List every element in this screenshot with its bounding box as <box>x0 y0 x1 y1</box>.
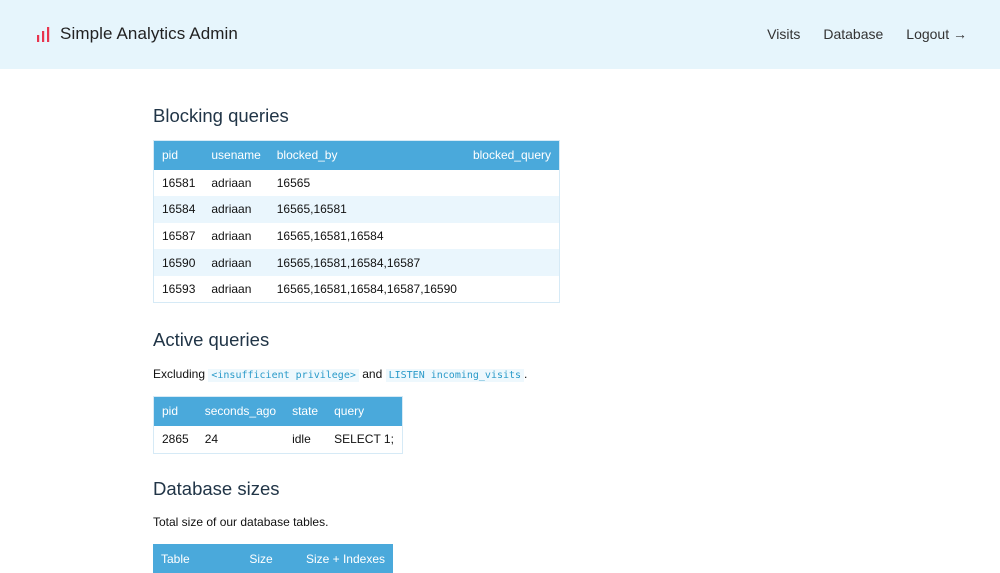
table-row: 16587 adriaan 16565,16581,16584 <box>154 223 560 250</box>
top-navbar: Simple Analytics Admin Visits Database L… <box>0 0 1000 69</box>
table-cell: 16565,16581 <box>268 196 465 223</box>
nav-logout-link[interactable]: Logout → <box>906 26 967 42</box>
nav-visits-link[interactable]: Visits <box>767 26 800 42</box>
main-nav: Visits Database Logout → <box>744 26 967 42</box>
table-header-row: pid usename blocked_by blocked_query <box>153 140 560 170</box>
column-header: seconds_ago <box>196 396 285 426</box>
active-queries-intro: Excluding <insufficient privilege> and L… <box>153 367 528 382</box>
code-snippet: <insufficient privilege> <box>208 369 359 382</box>
app-title: Simple Analytics Admin <box>60 24 238 43</box>
database-sizes-heading: Database sizes <box>153 478 280 499</box>
column-header: usename <box>203 140 269 170</box>
table-cell <box>465 276 560 303</box>
table-cell <box>465 223 560 250</box>
brand[interactable]: Simple Analytics Admin <box>36 24 238 44</box>
table-cell: 24 <box>204 432 219 447</box>
table-row: 16584 adriaan 16565,16581 <box>153 196 560 223</box>
intro-text: and <box>362 367 383 381</box>
table-cell: adriaan <box>203 196 269 223</box>
table-cell: 2865 <box>162 432 189 447</box>
table-header-row: Table Size Size + Indexes <box>153 544 393 573</box>
column-header: blocked_by <box>268 140 465 170</box>
table-cell: 16593 <box>162 281 196 296</box>
blocking-queries-table: pid usename blocked_by blocked_query 165… <box>153 140 560 303</box>
table-row: 2865 24 idle SELECT 1; <box>154 426 403 454</box>
table-cell: 16587 <box>162 228 196 243</box>
database-sizes-intro: Total size of our database tables. <box>153 515 329 529</box>
column-header: Table <box>153 544 242 573</box>
nav-database-link[interactable]: Database <box>823 26 883 42</box>
table-cell: adriaan <box>211 281 252 296</box>
table-header-row: pid seconds_ago state query <box>153 396 403 426</box>
table-row: 16590 adriaan 16565,16581,16584,16587 <box>153 249 560 276</box>
database-sizes-table: Table Size Size + Indexes <box>153 544 393 573</box>
code-snippet: LISTEN incoming_visits <box>385 369 525 382</box>
table-cell: 16565,16581,16584 <box>276 228 384 243</box>
table-row: 16593 adriaan 16565,16581,16584,16587,16… <box>154 276 560 303</box>
table-cell: adriaan <box>211 228 252 243</box>
table-cell: 16565,16581,16584,16587,16590 <box>276 281 457 296</box>
column-header: blocked_query <box>464 140 560 170</box>
table-cell: adriaan <box>211 175 252 190</box>
table-cell: 16565 <box>276 175 311 190</box>
table-cell: idle <box>292 432 311 447</box>
table-cell <box>464 249 560 276</box>
table-cell: SELECT 1; <box>334 432 394 447</box>
column-header: pid <box>153 140 204 170</box>
table-cell: 16590 <box>153 249 204 276</box>
column-header: Size + Indexes <box>297 544 393 573</box>
table-cell: adriaan <box>203 249 269 276</box>
active-queries-heading: Active queries <box>153 329 270 350</box>
table-row: 16581 adriaan 16565 <box>154 170 560 197</box>
blocking-queries-heading: Blocking queries <box>153 105 289 126</box>
intro-text: Excluding <box>153 367 206 381</box>
table-cell: 16584 <box>153 196 204 223</box>
column-header: Size <box>241 544 298 573</box>
bar-chart-logo-icon <box>37 27 50 42</box>
column-header: query <box>326 396 403 426</box>
column-header: pid <box>153 396 197 426</box>
table-cell: 16565,16581,16584,16587 <box>268 249 465 276</box>
table-cell <box>465 170 560 197</box>
table-cell: 16581 <box>162 175 196 190</box>
intro-text: . <box>524 367 528 381</box>
column-header: state <box>284 396 327 426</box>
active-queries-table: pid seconds_ago state query 2865 24 idle… <box>153 396 403 454</box>
table-cell <box>464 196 560 223</box>
